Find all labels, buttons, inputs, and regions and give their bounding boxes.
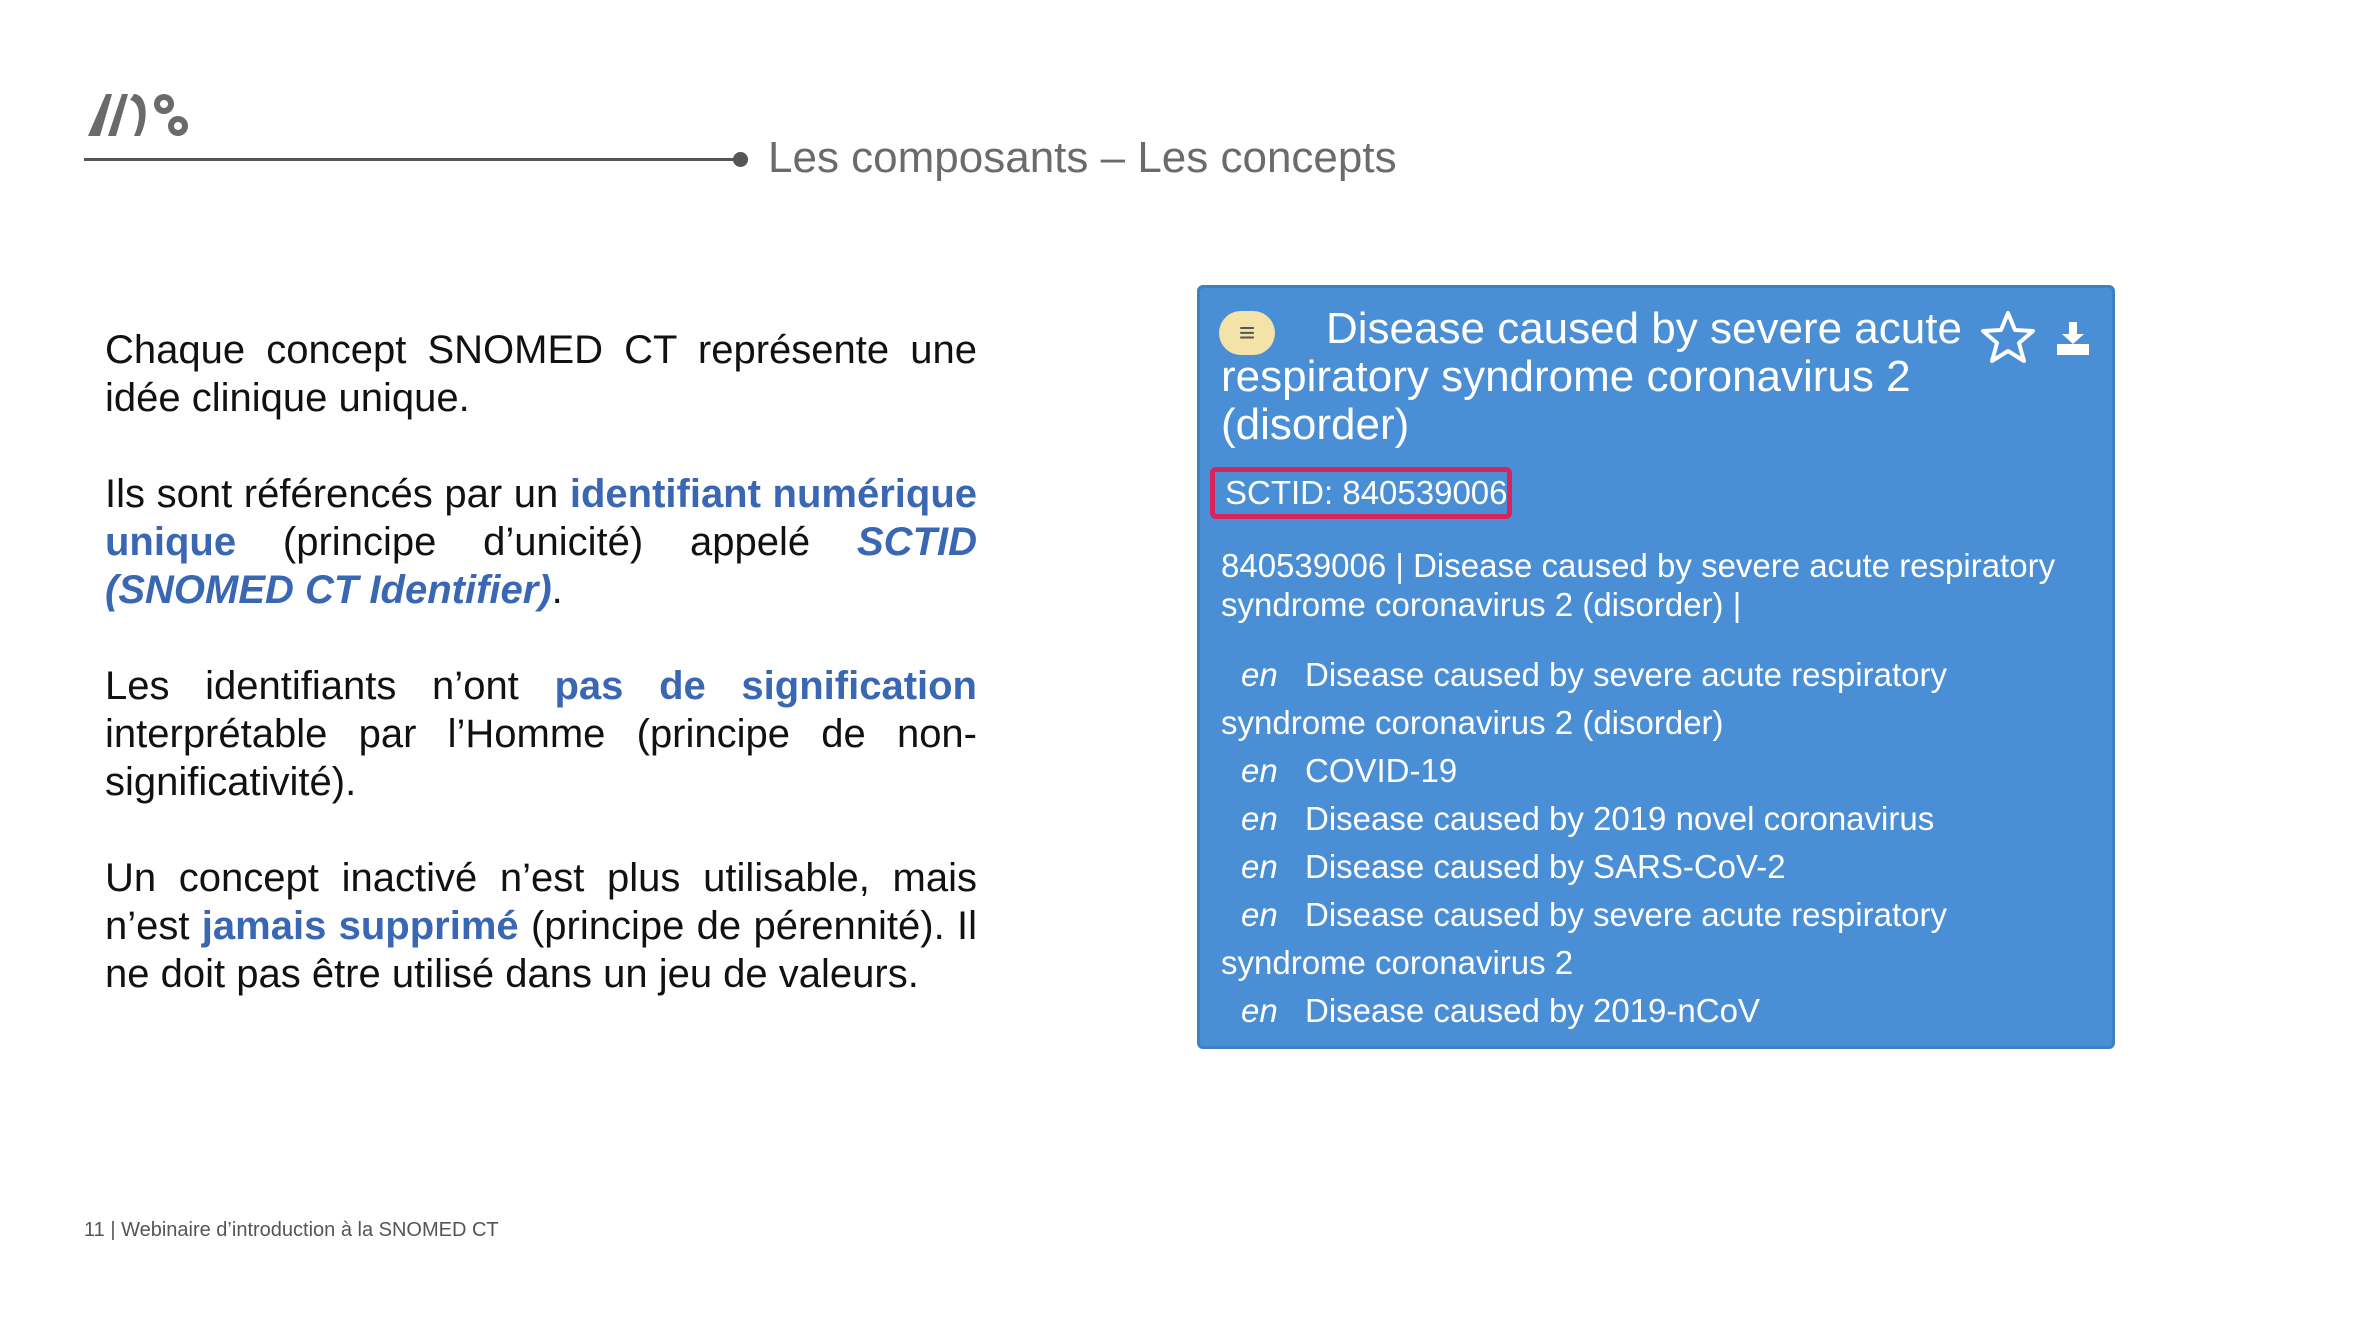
text: interprétable par l’Homme (principe de n… — [105, 712, 977, 804]
text: Ils sont référencés par un — [105, 472, 570, 516]
concept-title: Disease caused by severe acute respirato… — [1221, 304, 1962, 449]
description-list: en Disease caused by severe acute respira… — [1221, 651, 2061, 1035]
sctid-label: SCTID: 840539006 — [1210, 467, 1512, 519]
description-term: COVID-19 — [1305, 752, 1458, 789]
concept-card: ≡ Disease caused by severe acute respira… — [1197, 285, 2115, 1049]
highlight-no-meaning: pas de signification — [554, 664, 977, 708]
language-tag: en — [1241, 848, 1278, 885]
header-rule — [84, 158, 742, 161]
text: (principe d’unicité) appelé — [236, 520, 857, 564]
footer-text: 11 | Webinaire d’introduction à la SNOME… — [84, 1219, 499, 1241]
star-icon[interactable] — [1978, 308, 2038, 368]
ans-logo — [88, 94, 188, 136]
page-title: Les composants – Les concepts — [768, 133, 1397, 182]
description-item: en Disease caused by 2019 novel coronavir… — [1221, 795, 2061, 843]
header-rule-dot — [733, 152, 748, 167]
description-term: Disease caused by 2019 novel coronavirus — [1305, 800, 1935, 837]
text: . — [551, 568, 563, 612]
language-tag: en — [1241, 656, 1278, 693]
language-tag: en — [1241, 896, 1278, 933]
paragraph-concept: Chaque concept SNOMED CT représente une … — [105, 328, 977, 420]
paragraph-identifier: Ils sont référencés par un identifiant n… — [105, 470, 977, 614]
description-term: Disease caused by SARS-CoV-2 — [1305, 848, 1786, 885]
fully-specified-name: 840539006 | Disease caused by severe acu… — [1221, 547, 2056, 623]
body-text: Chaque concept SNOMED CT représente une … — [105, 326, 977, 1046]
paragraph-persistence: Un concept inactivé n’est plus utilisabl… — [105, 854, 977, 998]
language-tag: en — [1241, 800, 1278, 837]
description-item: en Disease caused by 2019-nCoV — [1221, 987, 2061, 1035]
language-tag: en — [1241, 752, 1278, 789]
description-item: en Disease caused by SARS-CoV-2 — [1221, 843, 2061, 891]
description-item: en Disease caused by severe acute respira… — [1221, 651, 2061, 747]
description-item: en COVID-19 — [1221, 747, 2061, 795]
text: Les identifiants n’ont — [105, 664, 555, 708]
language-tag: en — [1241, 992, 1278, 1029]
description-item: en Disease caused by severe acute respira… — [1221, 891, 2061, 987]
description-term: Disease caused by severe acute respirato… — [1221, 656, 1947, 741]
export-icon[interactable] — [2054, 318, 2092, 358]
paragraph-non-significance: Les identifiants n’ont pas de significat… — [105, 662, 977, 806]
highlight-never-deleted: jamais supprimé — [201, 904, 519, 948]
description-term: Disease caused by severe acute respirato… — [1221, 896, 1947, 981]
description-term: Disease caused by 2019-nCoV — [1305, 992, 1760, 1029]
